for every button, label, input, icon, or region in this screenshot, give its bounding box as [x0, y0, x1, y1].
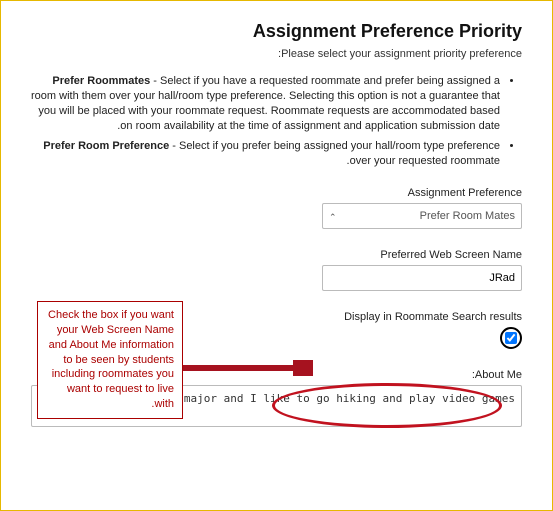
display-results-highlight-circle [500, 327, 522, 349]
form-panel: Assignment Preference Priority Please se… [0, 0, 553, 511]
bullet-lead: Prefer Room Preference [43, 140, 169, 152]
annotation-callout: Check the box if you want your Web Scree… [37, 301, 183, 419]
assignment-preference-value: Prefer Room Mates [329, 210, 515, 222]
annotation-arrow [183, 358, 313, 378]
screen-name-label: Preferred Web Screen Name [31, 249, 522, 261]
assignment-preference-select[interactable]: Prefer Room Mates ⌄ [322, 203, 522, 229]
assignment-preference-label: Assignment Preference [31, 187, 522, 199]
screen-name-input[interactable] [322, 265, 522, 291]
chevron-down-icon: ⌄ [329, 211, 337, 222]
assignment-preference-row: Assignment Preference Prefer Room Mates … [31, 187, 522, 229]
preference-descriptions: Prefer Roommates - Select if you have a … [31, 74, 522, 169]
bullet-body: - Select if you prefer being assigned yo… [169, 140, 500, 167]
bullet-lead: Prefer Roommates [52, 75, 150, 87]
bullet-prefer-roommates: Prefer Roommates - Select if you have a … [31, 74, 500, 133]
page-subtitle: Please select your assignment priority p… [31, 48, 522, 60]
bullet-prefer-room: Prefer Room Preference - Select if you p… [31, 139, 500, 169]
page-title: Assignment Preference Priority [31, 21, 522, 42]
screen-name-row: Preferred Web Screen Name [31, 249, 522, 291]
display-results-checkbox[interactable] [505, 332, 517, 344]
